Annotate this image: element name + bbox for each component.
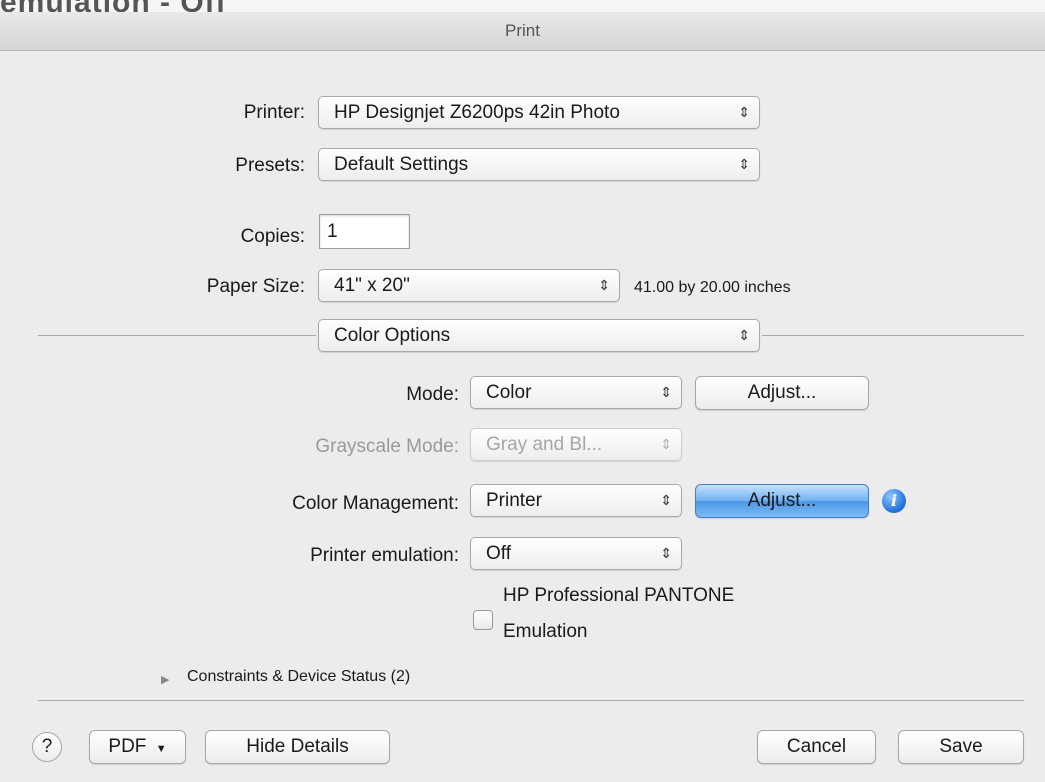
- printer-emulation-label: Printer emulation:: [310, 545, 459, 566]
- updown-arrows-icon: ⇕: [660, 436, 672, 452]
- pantone-label-line1: HP Professional PANTONE: [503, 585, 735, 606]
- presets-value: Default Settings: [334, 154, 469, 175]
- pantone-label-line2: Emulation: [503, 621, 588, 642]
- printer-emulation-value: Off: [486, 543, 511, 564]
- updown-arrows-icon: ⇕: [598, 277, 610, 293]
- footer-divider: [38, 700, 1024, 701]
- hide-details-button[interactable]: Hide Details: [205, 730, 390, 764]
- mode-label: Mode:: [406, 384, 459, 405]
- disclosure-triangle-icon[interactable]: ▶: [161, 673, 169, 686]
- printer-emulation-popup[interactable]: Off ⇕: [470, 537, 682, 570]
- updown-arrows-icon: ⇕: [738, 156, 750, 172]
- grayscale-mode-popup: Gray and Bl... ⇕: [470, 428, 682, 461]
- color-management-adjust-button[interactable]: Adjust...: [695, 484, 869, 518]
- info-icon[interactable]: i: [882, 489, 906, 513]
- printer-label: Printer:: [243, 102, 305, 123]
- pdf-menu-button[interactable]: PDF ▼: [89, 730, 186, 764]
- copies-label: Copies:: [240, 226, 305, 247]
- cancel-button[interactable]: Cancel: [757, 730, 876, 764]
- pantone-checkbox[interactable]: [473, 610, 493, 630]
- mode-value: Color: [486, 382, 532, 403]
- grayscale-mode-value: Gray and Bl...: [486, 434, 603, 455]
- paper-size-label: Paper Size:: [206, 276, 305, 297]
- updown-arrows-icon: ⇕: [738, 327, 750, 343]
- mode-adjust-button[interactable]: Adjust...: [695, 376, 869, 410]
- constraints-disclosure[interactable]: Constraints & Device Status (2): [187, 668, 410, 686]
- presets-label: Presets:: [235, 155, 305, 176]
- presets-popup[interactable]: Default Settings ⇕: [318, 148, 760, 181]
- section-divider-left: [38, 335, 316, 336]
- updown-arrows-icon: ⇕: [660, 545, 672, 561]
- save-button[interactable]: Save: [898, 730, 1024, 764]
- help-button[interactable]: ?: [32, 732, 62, 762]
- section-divider-right: [762, 335, 1024, 336]
- printer-popup[interactable]: HP Designjet Z6200ps 42in Photo ⇕: [318, 96, 760, 129]
- chevron-down-icon: ▼: [155, 743, 167, 755]
- printer-value: HP Designjet Z6200ps 42in Photo: [334, 102, 620, 123]
- color-management-label: Color Management:: [292, 493, 459, 514]
- updown-arrows-icon: ⇕: [660, 492, 672, 508]
- section-popup[interactable]: Color Options ⇕: [318, 319, 760, 352]
- grayscale-mode-label: Grayscale Mode:: [315, 436, 459, 457]
- print-dialog: Printer: HP Designjet Z6200ps 42in Photo…: [0, 51, 1045, 782]
- window-title: Print: [505, 21, 540, 40]
- copies-field[interactable]: 1: [319, 214, 410, 249]
- paper-size-description: 41.00 by 20.00 inches: [634, 279, 791, 296]
- paper-size-popup[interactable]: 41" x 20" ⇕: [318, 269, 620, 302]
- color-management-popup[interactable]: Printer ⇕: [470, 484, 682, 517]
- mode-popup[interactable]: Color ⇕: [470, 376, 682, 409]
- updown-arrows-icon: ⇕: [660, 384, 672, 400]
- title-bar: Print: [0, 12, 1045, 51]
- color-management-value: Printer: [486, 490, 542, 511]
- paper-size-value: 41" x 20": [334, 275, 410, 296]
- updown-arrows-icon: ⇕: [738, 104, 750, 120]
- pdf-label: PDF: [108, 736, 147, 757]
- section-value: Color Options: [334, 325, 451, 346]
